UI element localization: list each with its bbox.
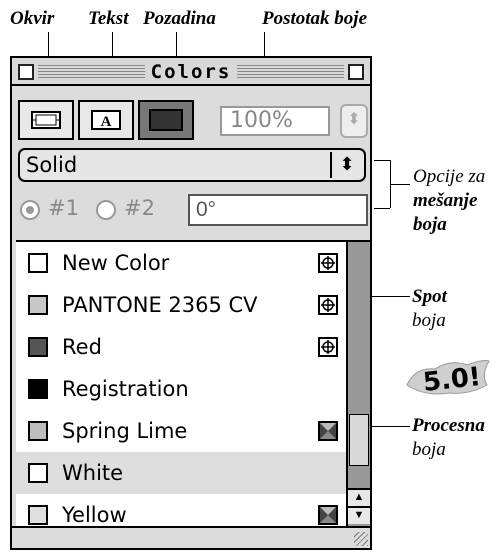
colors-palette: Colors A 100% ⬍ Solid ⬍ #1 #2 0° New Col…: [10, 56, 372, 550]
spot-color-icon: [318, 253, 338, 273]
callout-spot-line2: boja: [412, 310, 446, 331]
color-swatch: [28, 463, 48, 483]
callout-process: Procesna boja: [412, 414, 485, 462]
frame-color-button[interactable]: [18, 100, 74, 140]
spot-color-icon: [318, 295, 338, 315]
color-swatch: [28, 505, 48, 525]
process-color-icon: [318, 505, 338, 525]
color1-radio[interactable]: [20, 200, 40, 220]
color-list-item[interactable]: Registration: [16, 368, 346, 410]
callout-blend-options: Opcije za mešanje boja: [413, 165, 485, 237]
color-list: New Color PANTONE 2365 CV Red Registration S…: [16, 240, 346, 528]
background-color-button[interactable]: [138, 100, 194, 140]
callout-blend-line2: mešanje: [413, 190, 478, 211]
scroll-up-button[interactable]: ▲: [348, 488, 370, 506]
scroll-down-button[interactable]: ▼: [348, 506, 370, 524]
color-swatch: [28, 379, 48, 399]
stepper-arrows-icon: ⬍: [347, 111, 361, 128]
text-icon: A: [91, 110, 121, 130]
color-list-item[interactable]: Yellow: [16, 494, 346, 528]
blend-style-value: Solid: [26, 153, 78, 177]
callout-shade-percent: Postotak boje: [262, 8, 368, 29]
color-swatch: [28, 253, 48, 273]
blend-angle-field[interactable]: 0°: [188, 194, 368, 226]
palette-titlebar[interactable]: Colors: [12, 58, 370, 86]
color-list-item[interactable]: New Color: [16, 242, 346, 284]
color-name: Registration: [62, 377, 189, 401]
color-list-item[interactable]: Spring Lime: [16, 410, 346, 452]
palette-title: Colors: [12, 61, 370, 83]
color2-radio[interactable]: [96, 200, 116, 220]
bracket-blend-top: [374, 160, 390, 161]
shade-percent-field[interactable]: 100%: [220, 106, 330, 136]
resize-grip-icon[interactable]: [354, 532, 368, 546]
collapse-box-icon[interactable]: [348, 64, 364, 80]
blend-style-dropdown[interactable]: Solid ⬍: [18, 148, 366, 182]
color-list-item[interactable]: White: [16, 452, 346, 494]
callout-spot: Spot boja: [412, 285, 447, 333]
color-name: Red: [62, 335, 102, 359]
process-color-icon: [318, 421, 338, 441]
callout-spot-line1: Spot: [412, 286, 447, 307]
color2-radio-label: #2: [124, 196, 155, 220]
color-list-item[interactable]: PANTONE 2365 CV: [16, 284, 346, 326]
callout-blend-line3: boja: [413, 214, 447, 235]
color-name: Yellow: [62, 503, 127, 527]
text-color-button[interactable]: A: [78, 100, 134, 140]
dropdown-arrows-icon: ⬍: [330, 152, 362, 178]
callout-process-line1: Procesna: [412, 415, 485, 436]
background-icon: [149, 109, 183, 131]
leader-blend: [390, 184, 410, 185]
callout-background: Pozadina: [143, 8, 216, 29]
version-badge: 5.0!: [405, 355, 491, 399]
bracket-blend-bottom: [374, 208, 390, 209]
scrollbar-thumb[interactable]: [349, 414, 369, 466]
spot-color-icon: [318, 337, 338, 357]
palette-statusbar: [12, 526, 370, 548]
callout-blend-line1: Opcije za: [413, 166, 486, 187]
color-list-item[interactable]: Red: [16, 326, 346, 368]
color-list-scrollbar[interactable]: ▲ ▼: [346, 240, 370, 526]
callout-text: Tekst: [88, 8, 129, 29]
version-badge-text: 5.0!: [421, 362, 483, 398]
callout-frame: Okvir: [10, 8, 55, 29]
color-swatch: [28, 337, 48, 357]
color-swatch: [28, 295, 48, 315]
color-name: New Color: [62, 251, 170, 275]
shade-stepper[interactable]: ⬍: [340, 104, 368, 138]
color-swatch: [28, 421, 48, 441]
callout-process-line2: boja: [412, 439, 446, 460]
color1-radio-label: #1: [48, 196, 79, 220]
color-name: PANTONE 2365 CV: [62, 293, 258, 317]
frame-icon: [31, 111, 61, 129]
color-name: White: [62, 461, 124, 485]
svg-text:A: A: [101, 114, 112, 130]
color-name: Spring Lime: [62, 419, 188, 443]
